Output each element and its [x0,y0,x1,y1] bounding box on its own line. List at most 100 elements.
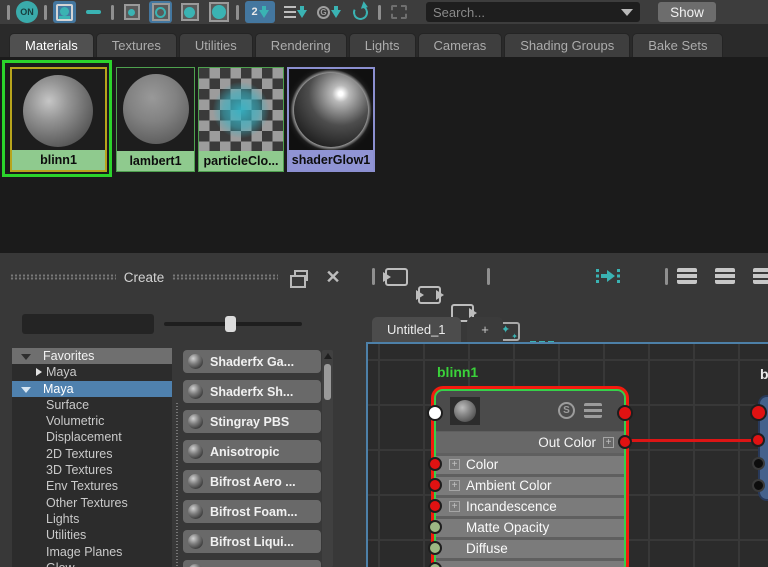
scroll-up-button[interactable] [322,350,333,362]
float-panel-button[interactable] [286,266,312,288]
create-category-tree[interactable]: Favorites Maya Maya Surface Volumetric D… [12,348,172,567]
create-node-list[interactable]: Shaderfx Ga... Shaderfx Sh... Stingray P… [183,350,321,567]
tree-item-surface[interactable]: Surface [12,397,172,413]
tree-item-utilities[interactable]: Utilities [12,527,172,543]
node-row-ambient-color[interactable]: Ambient Color [436,477,624,495]
node-type-bifrost-aero[interactable]: Bifrost Aero ... [183,470,321,493]
node-type-shaderfx-shader[interactable]: Shaderfx Sh... [183,380,321,403]
scrollbar-thumb[interactable] [324,364,331,400]
display-simple-mode-button[interactable] [677,268,697,284]
tab-shading-groups[interactable]: Shading Groups [504,33,631,57]
tree-item-displacement[interactable]: Displacement [12,429,172,445]
input-connections-button[interactable] [383,268,408,286]
node-header[interactable]: S [436,391,624,431]
node-row-color[interactable]: Color [436,456,624,474]
connection-wire[interactable] [626,439,754,442]
tab-bake-sets[interactable]: Bake Sets [632,33,724,57]
chevron-down-icon[interactable] [21,354,31,360]
material-swatch-lambert1[interactable]: lambert1 [116,67,195,172]
editor-tab-untitled-1[interactable]: Untitled_1 [372,317,461,342]
panel-splitter[interactable] [176,403,178,567]
material-swatch-browser[interactable]: blinn1 lambert1 particleClo... shaderGlo… [0,57,768,253]
display-connected-mode-button[interactable] [715,268,735,284]
swatch-size-xlarge-button[interactable] [207,1,230,23]
partial-node-port-black[interactable] [752,457,765,470]
node-type-bifrost-liquid[interactable]: Bifrost Liqui... [183,530,321,553]
node-type-shaderfx-game[interactable]: Shaderfx Ga... [183,350,321,373]
incandescence-port[interactable] [428,499,442,513]
node-graph-viewport[interactable]: blinn1 b S Out Color + Color + Ambient C… [366,342,768,567]
node-row-incandescence[interactable]: Incandescence [436,498,624,516]
swatch-size-small-button[interactable] [120,1,143,23]
clear-swatches-button[interactable] [82,1,105,23]
material-swatch-shaderglow1[interactable]: shaderGlow1 [287,67,375,172]
slider-handle[interactable] [225,316,236,332]
tree-item-2d-textures[interactable]: 2D Textures [12,446,172,462]
graph-upstream-button[interactable] [596,268,620,284]
header-port-red[interactable] [617,405,633,421]
node-type-bifrost-foam[interactable]: Bifrost Foam... [183,500,321,523]
tree-item-volumetric[interactable]: Volumetric [12,413,172,429]
new-tab-button[interactable]: + [467,317,503,342]
display-mode-icon[interactable] [584,403,602,418]
partial-node-port-red-large[interactable] [750,404,767,421]
material-swatch-particlecloud[interactable]: particleClo... [198,67,284,172]
tree-item-3d-textures[interactable]: 3D Textures [12,462,172,478]
frame-selection-button[interactable] [387,1,410,23]
close-panel-button[interactable]: ✕ [320,266,346,288]
search-input[interactable] [433,4,621,20]
node-row-partial[interactable] [436,561,624,567]
swatch-render-on-toggle[interactable]: ON [16,1,38,23]
expand-plus-icon[interactable]: + [603,437,614,448]
color-port[interactable] [428,457,442,471]
tree-item-maya[interactable]: Maya [12,380,172,397]
tree-item-other-textures[interactable]: Other Textures [12,495,172,511]
node-row-out-color[interactable]: Out Color [436,432,624,453]
tree-item-lights[interactable]: Lights [12,511,172,527]
swatch-size-medium-button[interactable] [149,1,172,23]
node-row-matte-opacity[interactable]: Matte Opacity [436,519,624,537]
partial-node-right[interactable] [750,395,768,501]
search-field[interactable] [426,2,640,22]
search-dropdown-icon[interactable] [621,8,633,16]
node-type-anisotropic[interactable]: Anisotropic [183,440,321,463]
node-type-partial[interactable] [183,560,321,567]
partial-node-port-red[interactable] [751,433,765,447]
matte-opacity-port[interactable] [428,520,442,534]
tab-materials[interactable]: Materials [9,33,94,57]
tab-cameras[interactable]: Cameras [417,33,503,57]
node-output-port[interactable] [427,405,443,421]
out-color-port[interactable] [618,435,632,449]
create-filter-input[interactable] [22,314,154,334]
tab-lights[interactable]: Lights [348,33,416,57]
node-row-diffuse[interactable]: Diffuse [436,540,624,558]
expand-plus-icon[interactable]: + [449,501,460,512]
drag-handle-dots[interactable] [10,274,116,280]
tab-textures[interactable]: Textures [95,33,177,57]
blinn1-node[interactable]: S Out Color + Color + Ambient Color + In… [427,389,633,567]
chevron-right-icon[interactable] [36,368,42,377]
display-full-mode-button[interactable] [753,268,768,284]
tree-item-env-textures[interactable]: Env Textures [12,478,172,494]
tab-utilities[interactable]: Utilities [178,33,253,57]
ambient-color-port[interactable] [428,478,442,492]
swatch-size-slider[interactable] [164,316,302,332]
diffuse-port[interactable] [428,541,442,555]
sort-by-time-button[interactable]: G [315,1,343,23]
tree-item-favorites-maya[interactable]: Maya [12,364,172,380]
tree-item-favorites[interactable]: Favorites [12,348,172,365]
material-swatch-blinn1[interactable]: blinn1 [10,67,107,172]
list-scrollbar[interactable] [322,350,333,567]
partial-node-port-black[interactable] [752,479,765,492]
refresh-swatches-button[interactable] [349,1,372,23]
tree-item-glow[interactable]: Glow [12,560,172,567]
render-swatches-button[interactable] [53,1,76,23]
shading-group-badge[interactable]: S [558,402,575,419]
swatch-size-large-button[interactable] [178,1,201,23]
expand-plus-icon[interactable]: + [449,459,460,470]
expand-plus-icon[interactable]: + [449,480,460,491]
chevron-down-icon[interactable] [21,386,31,393]
sort-alphabetical-button[interactable]: 2 [245,1,275,23]
show-button[interactable]: Show [658,2,716,22]
tree-item-image-planes[interactable]: Image Planes [12,544,172,560]
